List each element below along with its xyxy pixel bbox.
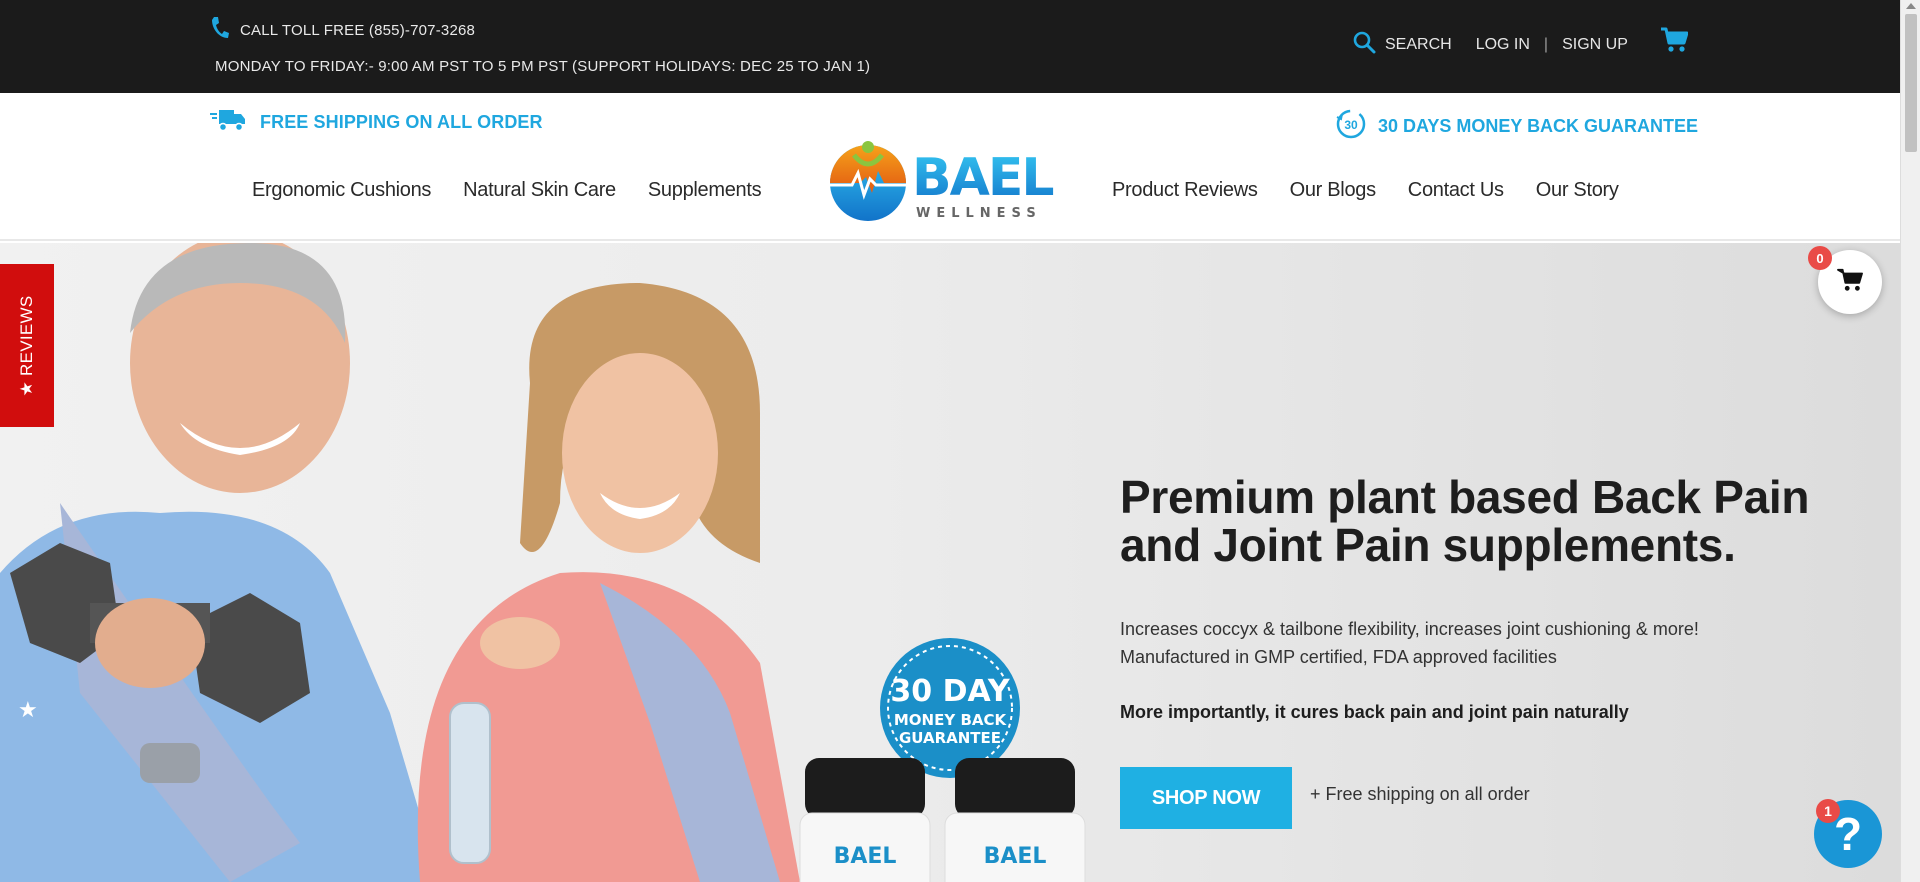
bael-wellness-logo[interactable]: BAEL WELLNESS bbox=[824, 133, 1060, 225]
hero-banner: 30 DAY MONEY BACK GUARANTEE BAEL BAEL Pr… bbox=[0, 243, 1900, 882]
money-back-promo: 30 30 DAYS MONEY BACK GUARANTEE bbox=[1334, 107, 1698, 146]
thirty-day-icon: 30 bbox=[1334, 107, 1368, 146]
phone-text: CALL TOLL FREE (855)-707-3268 bbox=[240, 22, 476, 39]
logo-brand-text: BAEL bbox=[912, 148, 1053, 208]
page-scrollbar[interactable] bbox=[1900, 0, 1920, 882]
money-back-text: 30 DAYS MONEY BACK GUARANTEE bbox=[1378, 116, 1699, 136]
shop-now-button[interactable]: SHOP NOW bbox=[1120, 767, 1292, 829]
hero-desc-line2: Manufactured in GMP certified, FDA appro… bbox=[1120, 647, 1557, 667]
logo-sub-text: WELLNESS bbox=[916, 206, 1042, 221]
hero-description: Increases coccyx & tailbone flexibility,… bbox=[1120, 615, 1820, 671]
account-links: SEARCH LOG IN | SIGN UP bbox=[1352, 30, 1628, 59]
search-icon bbox=[1352, 30, 1376, 59]
nav-contact-us[interactable]: Contact Us bbox=[1408, 179, 1504, 202]
main-nav-right: Product Reviews Our Blogs Contact Us Our… bbox=[1112, 179, 1619, 202]
floating-cart-button[interactable]: 0 bbox=[1808, 246, 1882, 314]
help-count-badge: 1 bbox=[1816, 799, 1840, 823]
nav-ergonomic-cushions[interactable]: Ergonomic Cushions bbox=[252, 179, 431, 202]
hero-highlight: More importantly, it cures back pain and… bbox=[1120, 702, 1629, 722]
woman-figure bbox=[417, 283, 800, 882]
nav-our-blogs[interactable]: Our Blogs bbox=[1290, 179, 1377, 202]
nav-our-story[interactable]: Our Story bbox=[1536, 179, 1619, 202]
bottle-label-2: BAEL bbox=[984, 844, 1047, 869]
delivery-truck-icon bbox=[210, 107, 246, 138]
top-bar: CALL TOLL FREE (855)-707-3268 MONDAY TO … bbox=[0, 0, 1900, 93]
cart-count-badge: 0 bbox=[1808, 246, 1832, 270]
reviews-tab[interactable]: ★ REVIEWS bbox=[0, 264, 54, 427]
search-button[interactable]: SEARCH bbox=[1352, 30, 1452, 59]
star-icon: ★ bbox=[18, 697, 38, 722]
seal-line3: GUARANTEE bbox=[899, 729, 1001, 747]
signup-link[interactable]: SIGN UP bbox=[1562, 36, 1628, 54]
thirty-badge-text: 30 bbox=[1344, 118, 1358, 132]
money-back-seal: 30 DAY MONEY BACK GUARANTEE bbox=[880, 638, 1020, 778]
free-shipping-text: FREE SHIPPING ON ALL ORDER bbox=[260, 112, 543, 132]
hero-shipping-note: + Free shipping on all order bbox=[1310, 784, 1530, 804]
reviews-tab-label: ★ REVIEWS bbox=[17, 294, 36, 397]
search-label: SEARCH bbox=[1385, 35, 1452, 53]
phone-contact[interactable]: CALL TOLL FREE (855)-707-3268 bbox=[210, 16, 475, 45]
nav-supplements[interactable]: Supplements bbox=[648, 179, 762, 202]
nav-product-reviews[interactable]: Product Reviews bbox=[1112, 179, 1258, 202]
login-link[interactable]: LOG IN bbox=[1476, 36, 1530, 54]
scroll-up-arrow-icon[interactable] bbox=[1906, 3, 1916, 9]
main-nav-left: Ergonomic Cushions Natural Skin Care Sup… bbox=[252, 179, 762, 202]
seal-line1: 30 DAY bbox=[890, 674, 1010, 709]
nav-natural-skin-care[interactable]: Natural Skin Care bbox=[463, 179, 616, 202]
seal-line2: MONEY BACK bbox=[894, 711, 1008, 729]
hero-title: Premium plant based Back Pain and Joint … bbox=[1120, 471, 1810, 571]
support-hours: MONDAY TO FRIDAY:- 9:00 AM PST TO 5 PM P… bbox=[215, 58, 871, 75]
site-header: FREE SHIPPING ON ALL ORDER 30 30 DAYS MO… bbox=[0, 93, 1900, 241]
hero-desc-line1: Increases coccyx & tailbone flexibility,… bbox=[1120, 619, 1699, 639]
cart-button[interactable] bbox=[1660, 27, 1689, 58]
help-chat-button[interactable]: 1 ? bbox=[1814, 799, 1882, 868]
bottle-label-1: BAEL bbox=[834, 844, 897, 869]
phone-icon bbox=[210, 16, 230, 45]
man-figure bbox=[0, 243, 440, 882]
scrollbar-thumb[interactable] bbox=[1905, 14, 1917, 152]
hero-image: 30 DAY MONEY BACK GUARANTEE BAEL BAEL bbox=[0, 243, 1110, 882]
cart-icon bbox=[1837, 268, 1863, 297]
cart-icon bbox=[1660, 27, 1689, 57]
link-separator: | bbox=[1543, 35, 1549, 53]
free-shipping-promo: FREE SHIPPING ON ALL ORDER bbox=[210, 107, 543, 138]
